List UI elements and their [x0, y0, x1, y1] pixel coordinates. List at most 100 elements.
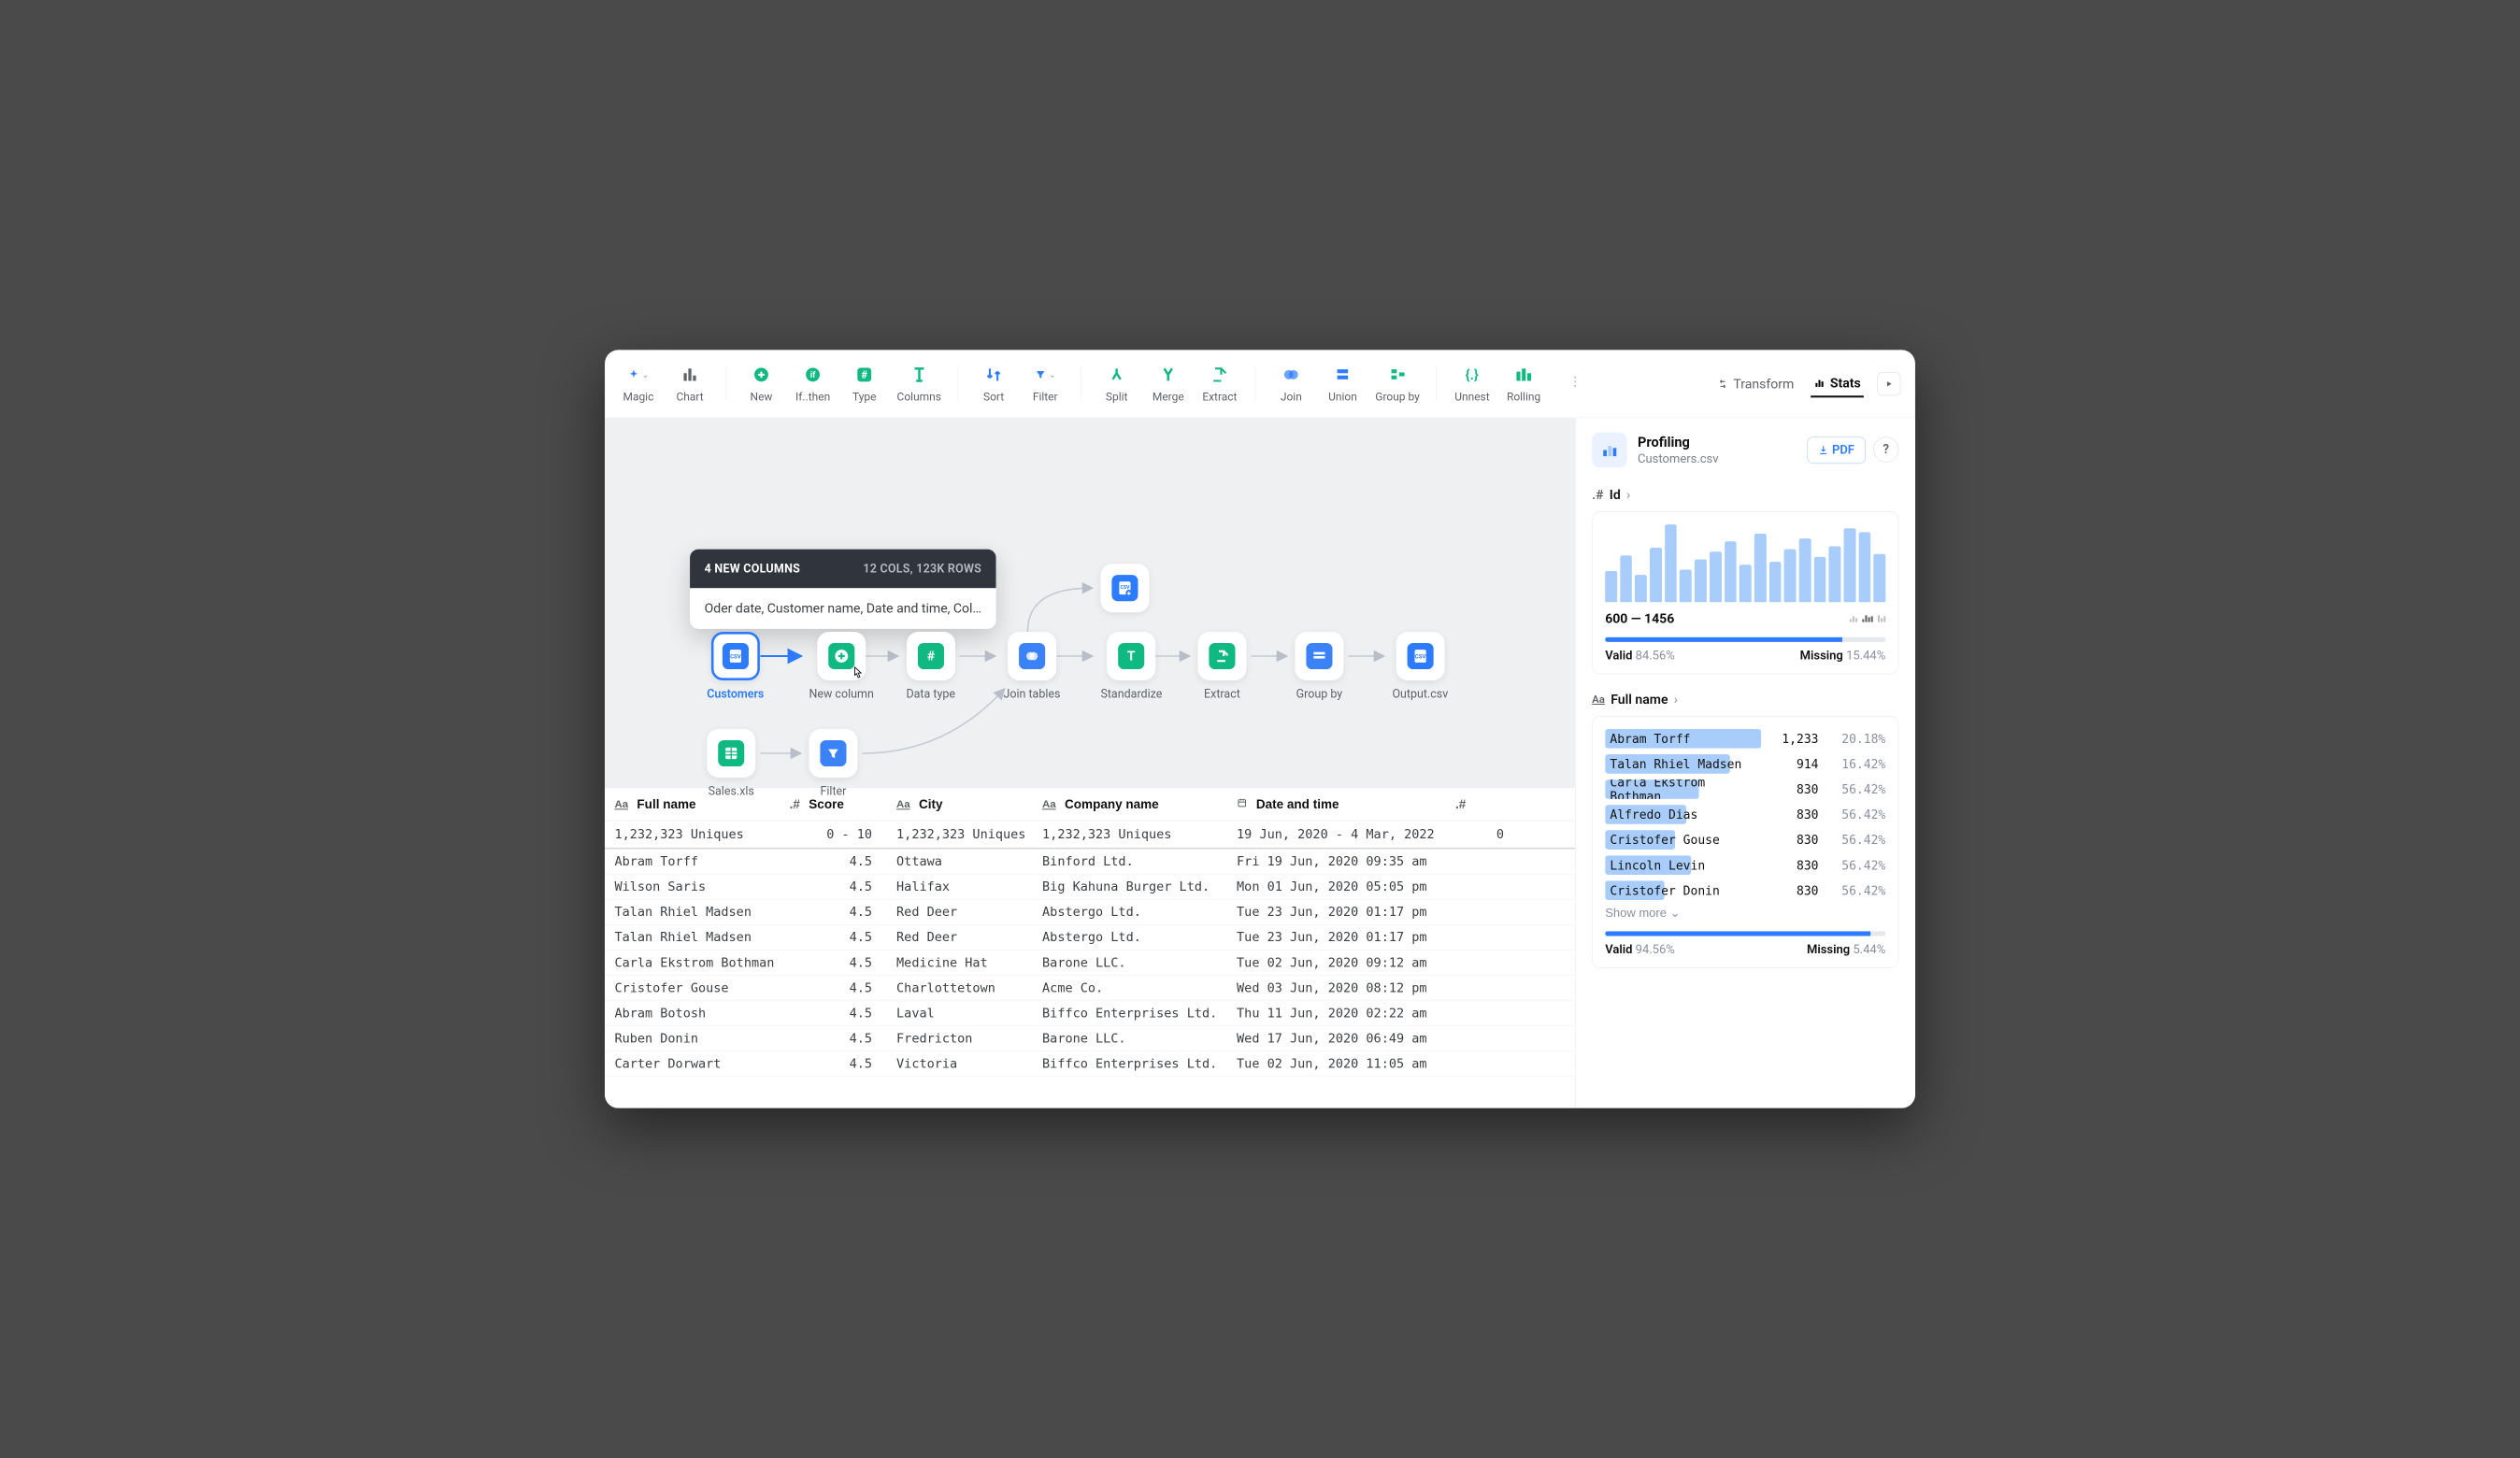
table-row[interactable]: Carter Dorwart4.5VictoriaBiffco Enterpri…	[605, 1051, 1575, 1077]
run-button[interactable]	[1877, 372, 1900, 395]
node-newcol[interactable]: New column	[809, 632, 873, 701]
toolbar-new[interactable]: New	[742, 364, 780, 403]
column-header[interactable]: AaFull name	[605, 796, 780, 811]
node-extract[interactable]: Extract	[1197, 632, 1246, 701]
toolbar-sort[interactable]: Sort	[975, 364, 1013, 403]
chevron-right-icon: ›	[1674, 692, 1678, 708]
columns-t-icon	[909, 364, 930, 385]
table-row[interactable]: Cristofer Gouse4.5CharlottetownAcme Co.W…	[605, 976, 1575, 1001]
column-header[interactable]: Date and time	[1227, 796, 1446, 811]
funnel-icon: ⌄	[1035, 364, 1056, 385]
node-label: New column	[809, 687, 873, 701]
toolbar-if-then[interactable]: if If..then	[794, 364, 832, 403]
tab-stats[interactable]: Stats	[1811, 370, 1864, 397]
column-header[interactable]: .#Score	[780, 796, 886, 811]
table-row[interactable]: Talan Rhiel Madsen4.5Red DeerAbstergo Lt…	[605, 925, 1575, 951]
histogram-bar[interactable]	[1784, 550, 1797, 603]
histogram-bar[interactable]	[1858, 532, 1870, 602]
histogram-bar[interactable]	[1873, 554, 1885, 603]
text-type-icon: Aa	[614, 798, 628, 811]
column-header[interactable]: AaCity	[887, 796, 1033, 811]
freq-row[interactable]: Carla Ekstrom Bothman 830 56.42%	[1605, 779, 1885, 799]
text-type-icon: Aa	[1042, 798, 1056, 811]
histogram-bar[interactable]	[1665, 524, 1677, 602]
histogram-bar[interactable]	[1605, 571, 1617, 602]
field-header-fullname[interactable]: Aa Full name ›	[1592, 692, 1898, 708]
table-row[interactable]: Carla Ekstrom Bothman4.5Medicine HatBaro…	[605, 951, 1575, 976]
histogram-bar[interactable]	[1769, 562, 1782, 602]
histogram-bar[interactable]	[1814, 557, 1826, 602]
histogram-bar[interactable]	[1710, 551, 1722, 602]
node-groupby[interactable]: Group by	[1295, 632, 1343, 701]
group-icon	[1387, 364, 1409, 385]
column-header[interactable]: AaCompany name	[1033, 796, 1227, 811]
download-icon	[1818, 445, 1827, 455]
toolbar-more[interactable]: ⋮	[1556, 371, 1595, 397]
export-pdf-button[interactable]: PDF	[1807, 436, 1865, 464]
freq-row[interactable]: Alfredo Dias 830 56.42%	[1605, 805, 1885, 824]
node-std[interactable]: T Standardize	[1100, 632, 1162, 701]
toolbar-filter[interactable]: ⌄ Filter	[1026, 364, 1065, 403]
freq-row[interactable]: Abram Torff 1,233 20.18%	[1605, 729, 1885, 749]
tab-transform[interactable]: Transform	[1714, 371, 1797, 396]
table-row[interactable]: Abram Botosh4.5LavalBiffco Enterprises L…	[605, 1001, 1575, 1026]
freq-row[interactable]: Cristofer Gouse 830 56.42%	[1605, 830, 1885, 850]
field-header-id[interactable]: .# Id ›	[1592, 487, 1898, 503]
toolbar-type[interactable]: # Type	[845, 364, 883, 403]
sort-icon	[983, 364, 1005, 385]
table-row[interactable]: Ruben Donin4.5FredrictonBarone LLC.Wed 1…	[605, 1026, 1575, 1051]
node-filter[interactable]: Filter	[809, 729, 857, 798]
toolbar-columns[interactable]: Columns	[897, 364, 941, 403]
show-more-button[interactable]: Show more ⌄	[1605, 906, 1885, 921]
histogram-bar[interactable]	[1620, 555, 1632, 602]
node-csvexport[interactable]: CSV	[1100, 564, 1149, 612]
toolbar-rolling[interactable]: Rolling	[1505, 364, 1543, 403]
table-row[interactable]: Abram Torff4.5OttawaBinford Ltd.Fri 19 J…	[605, 849, 1575, 874]
svg-text:if: if	[810, 371, 816, 380]
svg-text:CSV: CSV	[1415, 654, 1426, 661]
toolbar-extract[interactable]: Extract	[1201, 364, 1239, 403]
histogram-bar[interactable]	[1635, 575, 1647, 602]
node-label: Join tables	[1003, 687, 1060, 701]
histogram-bar[interactable]	[1799, 538, 1811, 602]
histogram-bar[interactable]	[1725, 541, 1737, 602]
column-header[interactable]: .#	[1446, 796, 1519, 811]
histogram-bar[interactable]	[1680, 569, 1692, 602]
toolbar-chart[interactable]: Chart	[671, 364, 709, 403]
node-output[interactable]: CSV Output.csv	[1392, 632, 1448, 701]
histogram-bar[interactable]	[1740, 565, 1752, 602]
id-range: 600 — 1456	[1605, 611, 1674, 627]
histogram-bar[interactable]	[1754, 534, 1767, 602]
toolbar-magic[interactable]: ⌄ Magic	[620, 364, 658, 403]
freq-row[interactable]: Talan Rhiel Madsen 914 16.42%	[1605, 754, 1885, 774]
csv-icon: CSV	[1407, 643, 1433, 669]
pipeline-canvas[interactable]: 4 NEW COLUMNS 12 COLS, 123K ROWS Oder da…	[605, 418, 1575, 787]
node-sales[interactable]: Sales.xls	[707, 729, 755, 798]
node-label: Filter	[820, 784, 846, 798]
node-customers[interactable]: CSV Customers	[707, 632, 764, 701]
histogram-bar[interactable]	[1829, 546, 1841, 602]
toolbar-union[interactable]: Union	[1324, 364, 1362, 403]
text-type-icon: Aa	[896, 798, 910, 811]
histogram-bar[interactable]	[1844, 528, 1856, 602]
grid-stats-row: 1,232,323 Uniques0 - 101,232,323 Uniques…	[605, 821, 1575, 849]
table-row[interactable]: Talan Rhiel Madsen4.5Red DeerAbstergo Lt…	[605, 900, 1575, 925]
histogram-bar[interactable]	[1650, 548, 1662, 602]
table-row[interactable]: Wilson Saris4.5HalifaxBig Kahuna Burger …	[605, 874, 1575, 899]
svg-text:{.}: {.}	[1466, 366, 1479, 383]
toolbar-join[interactable]: Join	[1272, 364, 1310, 403]
toolbar-merge[interactable]: Merge	[1149, 364, 1187, 403]
id-histogram[interactable]	[1605, 524, 1885, 602]
help-button[interactable]: ?	[1873, 436, 1898, 462]
node-datatype[interactable]: # Data type	[906, 632, 955, 701]
histogram-view-switch[interactable]	[1850, 615, 1885, 622]
branch-icon: if	[802, 364, 823, 385]
toolbar-group-by[interactable]: Group by	[1375, 364, 1419, 403]
toolbar-unnest[interactable]: {.} Unnest	[1453, 364, 1492, 403]
toolbar-split[interactable]: Split	[1097, 364, 1136, 403]
node-label: Customers	[707, 687, 764, 701]
freq-row[interactable]: Cristofer Donin 830 56.42%	[1605, 880, 1885, 900]
freq-row[interactable]: Lincoln Levin 830 56.42%	[1605, 855, 1885, 875]
node-join[interactable]: Join tables	[1003, 632, 1060, 701]
histogram-bar[interactable]	[1695, 560, 1707, 603]
